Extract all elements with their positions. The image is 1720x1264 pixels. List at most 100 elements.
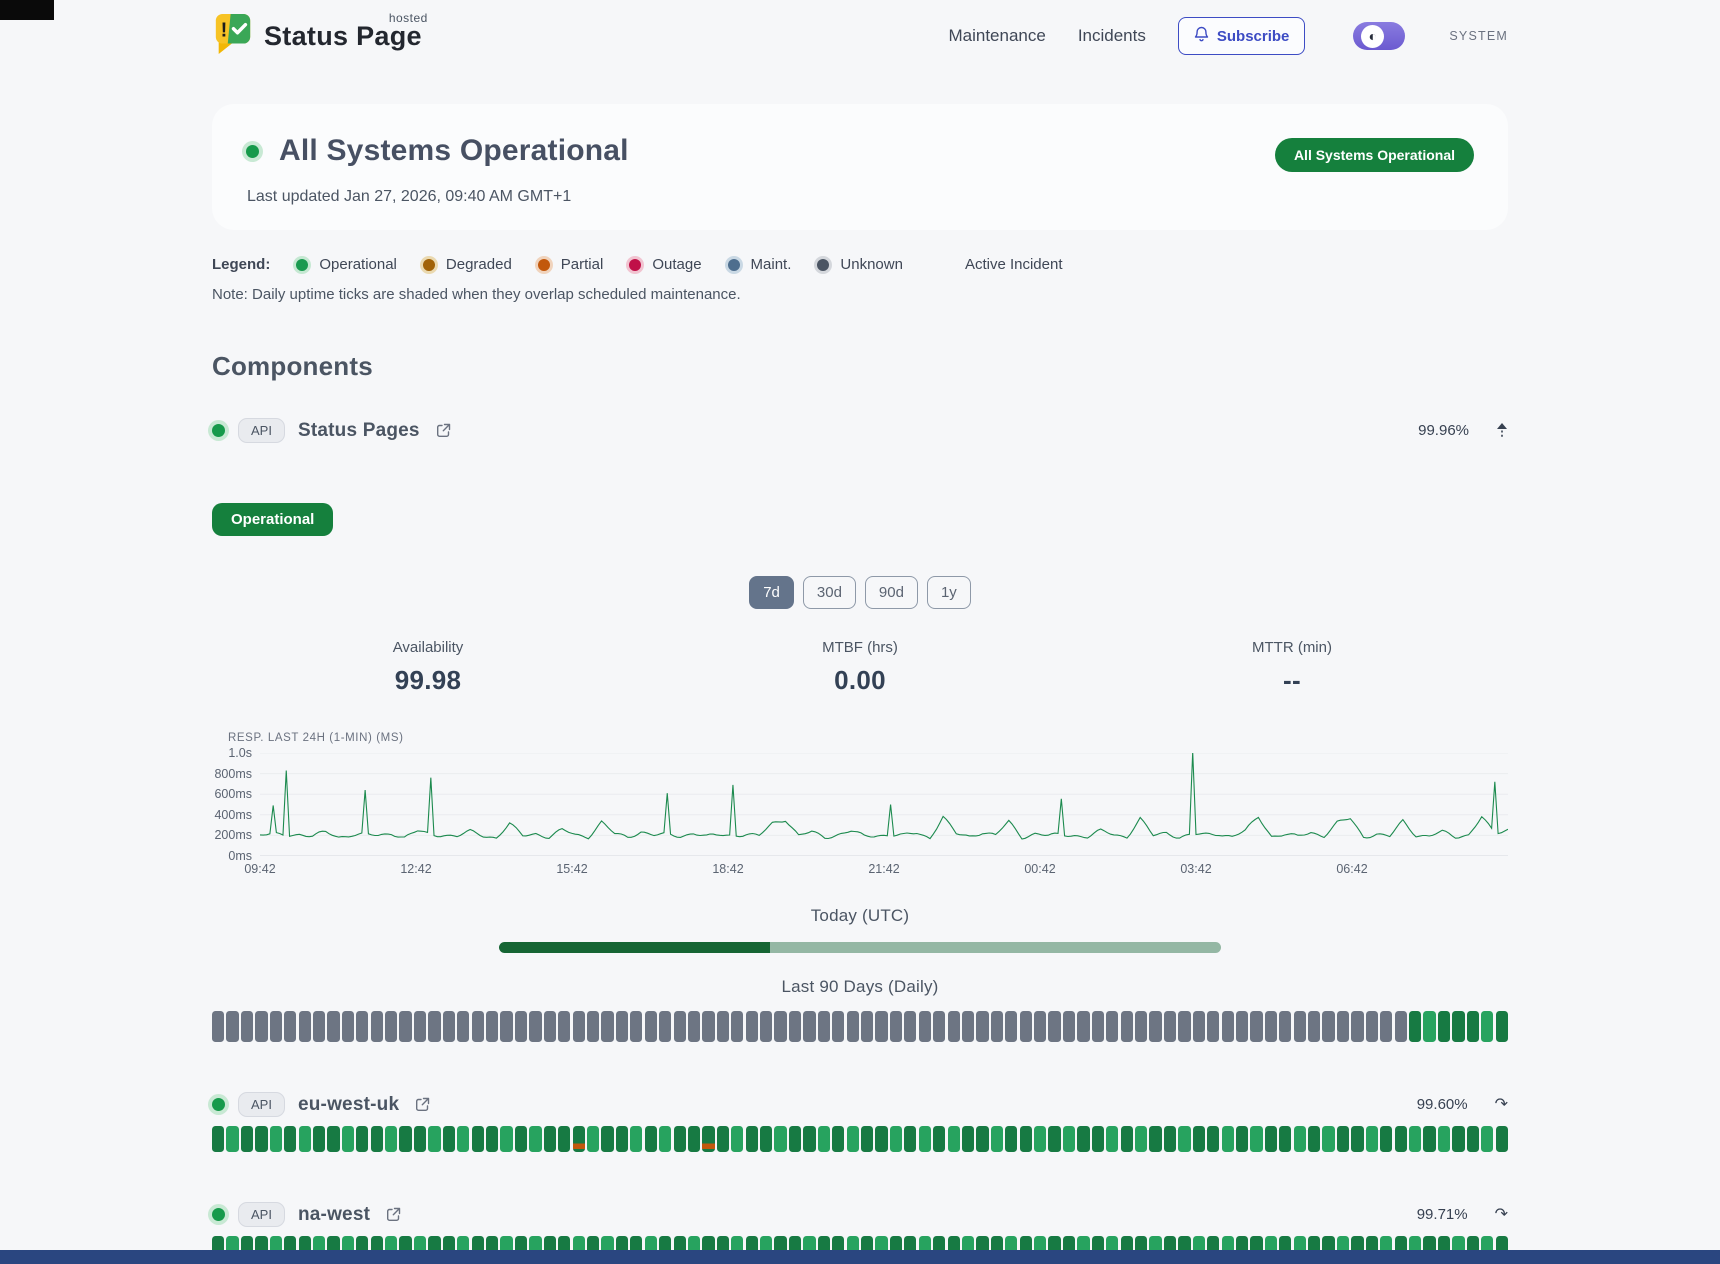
- uptime-day-tick[interactable]: [299, 1011, 311, 1042]
- uptime-day-tick[interactable]: [500, 1011, 512, 1042]
- uptime-day-tick[interactable]: [1395, 1126, 1407, 1152]
- uptime-day-tick[interactable]: [1222, 1126, 1234, 1152]
- uptime-day-tick[interactable]: [356, 1126, 368, 1152]
- uptime-day-tick[interactable]: [746, 1011, 758, 1042]
- uptime-day-tick[interactable]: [255, 1126, 267, 1152]
- uptime-day-tick[interactable]: [688, 1126, 700, 1152]
- subscribe-button[interactable]: Subscribe: [1178, 17, 1306, 55]
- uptime-day-tick[interactable]: [789, 1011, 801, 1042]
- uptime-day-tick[interactable]: [544, 1011, 556, 1042]
- uptime-day-tick[interactable]: [962, 1011, 974, 1042]
- uptime-day-tick[interactable]: [688, 1011, 700, 1042]
- uptime-day-tick[interactable]: [1409, 1011, 1421, 1042]
- uptime-day-tick[interactable]: [529, 1126, 541, 1152]
- uptime-day-tick[interactable]: [1467, 1011, 1479, 1042]
- uptime-day-tick[interactable]: [904, 1011, 916, 1042]
- uptime-day-tick[interactable]: [1380, 1126, 1392, 1152]
- range-button-7d[interactable]: 7d: [749, 576, 794, 609]
- uptime-day-tick[interactable]: [327, 1011, 339, 1042]
- nav-maintenance[interactable]: Maintenance: [948, 26, 1045, 46]
- external-link-icon[interactable]: [414, 1096, 431, 1113]
- uptime-day-tick[interactable]: [1236, 1011, 1248, 1042]
- uptime-day-tick[interactable]: [1265, 1011, 1277, 1042]
- uptime-day-tick[interactable]: [270, 1011, 282, 1042]
- uptime-day-tick[interactable]: [1135, 1011, 1147, 1042]
- uptime-day-tick[interactable]: [630, 1011, 642, 1042]
- uptime-day-tick[interactable]: [645, 1011, 657, 1042]
- uptime-day-tick[interactable]: [1193, 1126, 1205, 1152]
- uptime-day-tick[interactable]: [645, 1126, 657, 1152]
- uptime-day-tick[interactable]: [472, 1126, 484, 1152]
- expand-arrow-icon[interactable]: ↷: [1495, 1097, 1508, 1113]
- external-link-icon[interactable]: [385, 1206, 402, 1223]
- nav-incidents[interactable]: Incidents: [1078, 26, 1146, 46]
- uptime-day-tick[interactable]: [1034, 1011, 1046, 1042]
- uptime-day-tick[interactable]: [327, 1126, 339, 1152]
- uptime-day-tick[interactable]: [241, 1126, 253, 1152]
- uptime-day-tick[interactable]: [1222, 1011, 1234, 1042]
- uptime-day-tick[interactable]: [226, 1126, 238, 1152]
- component-header-row[interactable]: API Status Pages 99.96%: [212, 418, 1508, 443]
- uptime-day-tick[interactable]: [1423, 1011, 1435, 1042]
- uptime-day-tick[interactable]: [414, 1126, 426, 1152]
- uptime-day-tick[interactable]: [847, 1011, 859, 1042]
- uptime-day-tick[interactable]: [1467, 1126, 1479, 1152]
- uptime-day-tick[interactable]: [356, 1011, 368, 1042]
- uptime-day-tick[interactable]: [544, 1126, 556, 1152]
- uptime-day-tick[interactable]: [1207, 1126, 1219, 1152]
- uptime-day-tick[interactable]: [1337, 1126, 1349, 1152]
- expand-arrow-icon[interactable]: ↷: [1495, 1207, 1508, 1223]
- uptime-day-tick[interactable]: [255, 1011, 267, 1042]
- uptime-day-tick[interactable]: [1294, 1126, 1306, 1152]
- uptime-day-tick[interactable]: [515, 1011, 527, 1042]
- uptime-day-tick[interactable]: [284, 1011, 296, 1042]
- uptime-day-tick[interactable]: [760, 1126, 772, 1152]
- uptime-day-tick[interactable]: [616, 1011, 628, 1042]
- uptime-day-tick[interactable]: [1164, 1126, 1176, 1152]
- uptime-day-tick[interactable]: [1308, 1011, 1320, 1042]
- uptime-day-tick[interactable]: [313, 1011, 325, 1042]
- uptime-day-tick[interactable]: [875, 1126, 887, 1152]
- uptime-day-tick[interactable]: [1048, 1126, 1060, 1152]
- uptime-day-tick[interactable]: [1236, 1126, 1248, 1152]
- uptime-day-tick[interactable]: [1077, 1126, 1089, 1152]
- uptime-day-tick[interactable]: [1351, 1011, 1363, 1042]
- uptime-day-tick[interactable]: [890, 1126, 902, 1152]
- uptime-day-tick[interactable]: [573, 1011, 585, 1042]
- uptime-day-tick[interactable]: [731, 1011, 743, 1042]
- uptime-day-tick[interactable]: [1020, 1011, 1032, 1042]
- uptime-day-tick[interactable]: [1366, 1011, 1378, 1042]
- uptime-day-tick[interactable]: [1034, 1126, 1046, 1152]
- uptime-day-tick[interactable]: [1005, 1011, 1017, 1042]
- uptime-day-tick[interactable]: [1452, 1011, 1464, 1042]
- uptime-day-tick[interactable]: [616, 1126, 628, 1152]
- uptime-day-tick[interactable]: [1409, 1126, 1421, 1152]
- uptime-day-tick[interactable]: [226, 1011, 238, 1042]
- uptime-day-tick[interactable]: [890, 1011, 902, 1042]
- uptime-day-tick[interactable]: [385, 1011, 397, 1042]
- uptime-day-tick[interactable]: [861, 1011, 873, 1042]
- uptime-day-tick[interactable]: [717, 1126, 729, 1152]
- uptime-day-tick[interactable]: [587, 1011, 599, 1042]
- uptime-day-tick[interactable]: [832, 1126, 844, 1152]
- uptime-day-tick[interactable]: [1496, 1126, 1508, 1152]
- uptime-day-tick[interactable]: [630, 1126, 642, 1152]
- uptime-day-tick[interactable]: [1481, 1011, 1493, 1042]
- uptime-day-tick[interactable]: [529, 1011, 541, 1042]
- uptime-day-tick[interactable]: [904, 1126, 916, 1152]
- uptime-day-tick[interactable]: [399, 1011, 411, 1042]
- uptime-day-tick[interactable]: [991, 1011, 1003, 1042]
- uptime-day-tick[interactable]: [702, 1126, 714, 1152]
- uptime-day-tick[interactable]: [573, 1126, 585, 1152]
- uptime-day-tick[interactable]: [717, 1011, 729, 1042]
- uptime-day-tick[interactable]: [803, 1011, 815, 1042]
- uptime-day-tick[interactable]: [1294, 1011, 1306, 1042]
- uptime-day-tick[interactable]: [284, 1126, 296, 1152]
- uptime-day-tick[interactable]: [674, 1011, 686, 1042]
- uptime-day-tick[interactable]: [1481, 1126, 1493, 1152]
- uptime-day-tick[interactable]: [515, 1126, 527, 1152]
- uptime-day-tick[interactable]: [774, 1126, 786, 1152]
- uptime-day-tick[interactable]: [1121, 1011, 1133, 1042]
- uptime-day-tick[interactable]: [500, 1126, 512, 1152]
- uptime-day-tick[interactable]: [991, 1126, 1003, 1152]
